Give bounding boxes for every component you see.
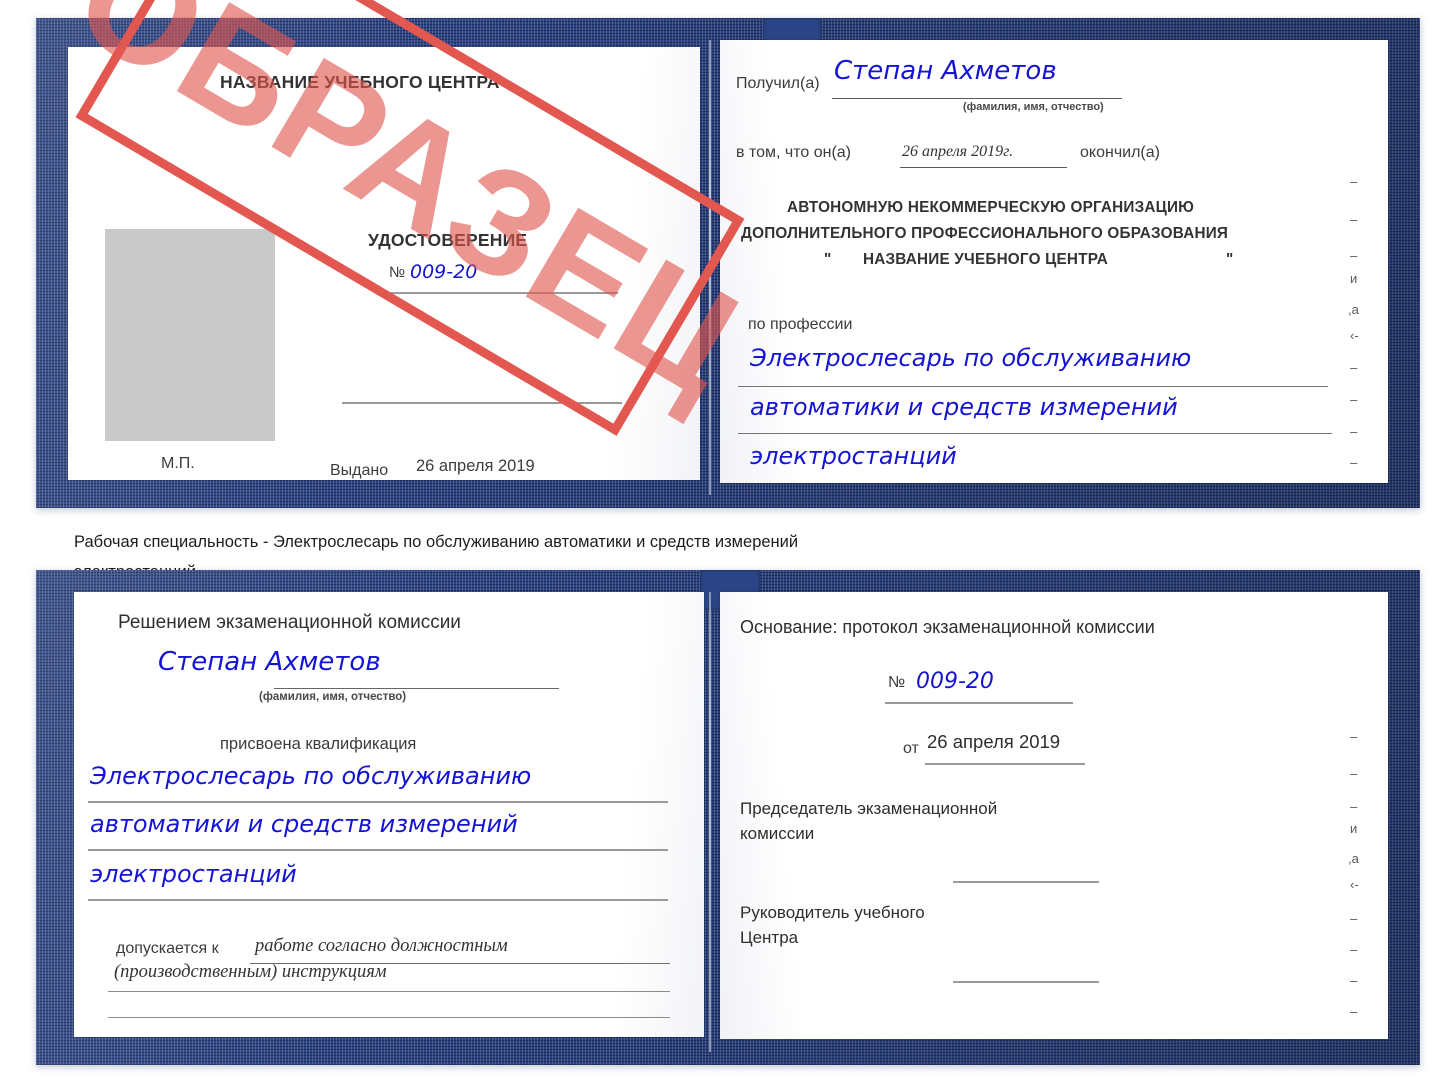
finish-date-rule bbox=[900, 167, 1067, 168]
bleed-glyph: – bbox=[1350, 942, 1358, 957]
qualification-line-3: электростанций bbox=[90, 860, 297, 888]
bleed-glyph: ,а bbox=[1348, 851, 1359, 866]
bleed-glyph: – bbox=[1350, 424, 1358, 439]
fio-hint: (фамилия, имя, отчество) bbox=[963, 101, 1104, 113]
page-bottom-right: Основание: протокол экзаменационной коми… bbox=[720, 592, 1388, 1039]
spine-line-top bbox=[709, 40, 711, 495]
qualification-rule-3 bbox=[88, 899, 668, 901]
protocol-from-value: 26 апреля 2019 bbox=[927, 731, 1061, 752]
bleed-glyph: – bbox=[1350, 174, 1358, 189]
blank-rule-1 bbox=[342, 402, 622, 404]
bleed-glyph: – bbox=[1350, 799, 1358, 814]
bleed-glyph: – bbox=[1350, 212, 1358, 227]
org-quote-close: " bbox=[1226, 251, 1234, 268]
received-value: Степан Ахметов bbox=[834, 56, 1057, 86]
page-top-right: Получил(а) Степан Ахметов (фамилия, имя,… bbox=[720, 40, 1388, 483]
profession-rule-2 bbox=[738, 433, 1332, 434]
org-line-3: НАЗВАНИЕ УЧЕБНОГО ЦЕНТРА bbox=[863, 251, 1109, 268]
bleed-glyph: и bbox=[1350, 821, 1358, 836]
bleed-glyph: ,а bbox=[1348, 302, 1359, 317]
received-label: Получил(а) bbox=[736, 75, 820, 92]
bleed-glyph: – bbox=[1350, 392, 1358, 407]
qualification-line-2: автоматики и средств измерений bbox=[90, 810, 518, 838]
photo-placeholder bbox=[105, 229, 275, 441]
admitted-value-1: работе согласно должностным bbox=[255, 936, 508, 956]
finished-label: окончил(а) bbox=[1080, 144, 1160, 161]
profession-rule-1 bbox=[738, 386, 1328, 387]
bleed-glyph: – bbox=[1350, 729, 1358, 744]
org-line-1: АВТОНОМНУЮ НЕКОММЕРЧЕСКУЮ ОРГАНИЗАЦИЮ bbox=[787, 199, 1195, 216]
bleed-glyph: и bbox=[1350, 271, 1358, 286]
protocol-number-value: 009-20 bbox=[916, 669, 994, 694]
bleed-glyph: – bbox=[1350, 1004, 1358, 1019]
protocol-from-label: от bbox=[903, 740, 919, 757]
bleed-glyph: – bbox=[1350, 766, 1358, 781]
bleed-glyph: ‹- bbox=[1350, 877, 1359, 892]
profession-line-3: электростанций bbox=[750, 442, 957, 470]
profession-line-2: автоматики и средств измерений bbox=[750, 393, 1178, 421]
that-he-label: в том, что он(а) bbox=[736, 144, 851, 161]
student-name: Степан Ахметов bbox=[158, 647, 381, 677]
bleed-glyph: – bbox=[1350, 911, 1358, 926]
chairman-signature-rule bbox=[953, 881, 1099, 883]
chairman-line-2: комиссии bbox=[740, 824, 815, 843]
org-quote-open: " bbox=[824, 251, 832, 268]
admitted-value-2: (производственным) инструкциям bbox=[114, 962, 387, 982]
received-rule bbox=[832, 98, 1122, 99]
caption-line-1: Рабочая специальность - Электрослесарь п… bbox=[74, 533, 799, 551]
student-name-rule bbox=[274, 688, 559, 689]
spine-line-bottom bbox=[709, 592, 711, 1052]
page-bottom-left: Решением экзаменационной комиссии Степан… bbox=[74, 592, 704, 1037]
bleed-glyph: – bbox=[1350, 360, 1358, 375]
org-line-2: ДОПОЛНИТЕЛЬНОГО ПРОФЕССИОНАЛЬНОГО ОБРАЗО… bbox=[741, 225, 1229, 242]
training-center-name: НАЗВАНИЕ УЧЕБНОГО ЦЕНТРА bbox=[220, 72, 500, 92]
qualification-rule-2 bbox=[88, 849, 668, 851]
chairman-line-1: Председатель экзаменационной bbox=[740, 799, 998, 818]
qualification-line-1: Электрослесарь по обслуживанию bbox=[90, 762, 532, 790]
number-label: № bbox=[389, 264, 406, 281]
decision-label: Решением экзаменационной комиссии bbox=[118, 612, 461, 633]
admitted-rule-3 bbox=[108, 1017, 670, 1018]
qualification-label: присвоена квалификация bbox=[220, 735, 417, 753]
seal-label: М.П. bbox=[161, 455, 195, 472]
head-line-1: Руководитель учебного bbox=[740, 903, 925, 922]
protocol-number-rule bbox=[885, 702, 1073, 704]
head-signature-rule bbox=[953, 981, 1099, 983]
protocol-number-label: № bbox=[888, 674, 906, 691]
certificate-title: УДОСТОВЕРЕНИЕ bbox=[368, 230, 528, 250]
qualification-rule-1 bbox=[88, 801, 668, 803]
basis-label: Основание: протокол экзаменационной коми… bbox=[740, 617, 1155, 637]
bleed-glyph: – bbox=[1350, 973, 1358, 988]
head-line-2: Центра bbox=[740, 928, 799, 947]
fio-hint-bottom: (фамилия, имя, отчество) bbox=[259, 691, 407, 703]
admitted-rule-2 bbox=[108, 991, 670, 992]
admitted-label: допускается к bbox=[116, 940, 219, 957]
protocol-from-rule bbox=[925, 763, 1085, 765]
profession-label: по профессии bbox=[748, 316, 853, 333]
profession-line-1: Электрослесарь по обслуживанию bbox=[750, 344, 1192, 372]
bleed-glyph: – bbox=[1350, 455, 1358, 470]
page-top-left: НАЗВАНИЕ УЧЕБНОГО ЦЕНТРА УДОСТОВЕРЕНИЕ №… bbox=[68, 47, 700, 480]
bleed-glyph: ‹- bbox=[1350, 328, 1359, 343]
bleed-glyph: – bbox=[1350, 248, 1358, 263]
issued-value: 26 апреля 2019 bbox=[416, 457, 535, 475]
number-value: 009-20 bbox=[410, 261, 478, 283]
issued-label: Выдано bbox=[330, 462, 389, 479]
number-rule bbox=[388, 292, 618, 294]
finish-date: 26 апреля 2019г. bbox=[902, 143, 1014, 160]
